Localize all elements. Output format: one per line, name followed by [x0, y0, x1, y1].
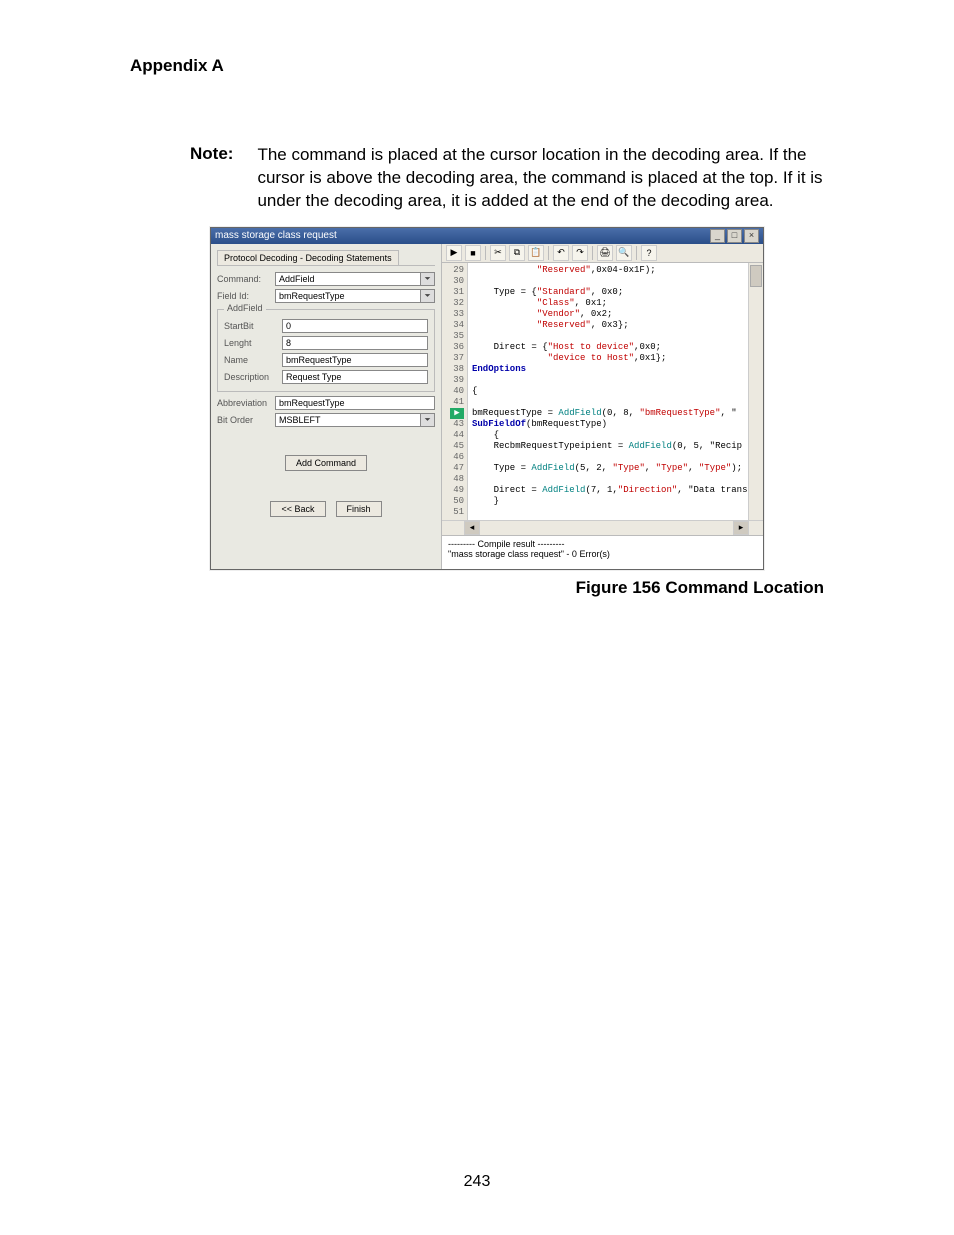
- name-input[interactable]: [282, 353, 428, 367]
- compile-output: --------- Compile result --------- "mass…: [442, 535, 763, 569]
- fieldid-label: Field Id:: [217, 291, 275, 301]
- add-command-button[interactable]: Add Command: [285, 455, 367, 471]
- find-icon[interactable]: 🔍: [616, 245, 632, 261]
- abbrev-label: Abbreviation: [217, 398, 275, 408]
- horizontal-scrollbar[interactable]: ◂ ▸: [442, 520, 763, 535]
- name-label: Name: [224, 355, 282, 365]
- command-select[interactable]: [275, 272, 421, 286]
- titlebar: mass storage class request _ □ ×: [211, 228, 763, 244]
- fieldid-select[interactable]: [275, 289, 421, 303]
- bitorder-select[interactable]: [275, 413, 421, 427]
- stop-icon[interactable]: ■: [465, 245, 481, 261]
- undo-icon[interactable]: ↶: [553, 245, 569, 261]
- scroll-right-icon[interactable]: ▸: [733, 521, 749, 535]
- compile-result: "mass storage class request" - 0 Error(s…: [448, 549, 757, 559]
- paste-icon[interactable]: 📋: [528, 245, 544, 261]
- close-button[interactable]: ×: [744, 229, 759, 243]
- copy-icon[interactable]: ⧉: [509, 245, 525, 261]
- vertical-scrollbar[interactable]: [748, 263, 763, 520]
- group-title: AddField: [224, 303, 266, 313]
- scroll-left-icon[interactable]: ◂: [464, 521, 480, 535]
- length-label: Lenght: [224, 338, 282, 348]
- startbit-label: StartBit: [224, 321, 282, 331]
- page-number: 243: [0, 1173, 954, 1191]
- length-input[interactable]: [282, 336, 428, 350]
- dialog-window: mass storage class request _ □ × Protoco…: [210, 227, 764, 570]
- startbit-input[interactable]: [282, 319, 428, 333]
- editor-toolbar: ▶ ■ ✂ ⧉ 📋 ↶ ↷ 🖨 🔍 ?: [442, 244, 763, 263]
- code-gutter: 29 30 31 32 33 34 35 36 37 38 39 40 41 ▶…: [442, 263, 468, 520]
- abbrev-input[interactable]: [275, 396, 435, 410]
- finish-button[interactable]: Finish: [336, 501, 382, 517]
- window-title: mass storage class request: [215, 230, 337, 241]
- chevron-down-icon[interactable]: [421, 272, 435, 286]
- redo-icon[interactable]: ↷: [572, 245, 588, 261]
- compile-header: --------- Compile result ---------: [448, 539, 757, 549]
- help-icon[interactable]: ?: [641, 245, 657, 261]
- command-label: Command:: [217, 274, 275, 284]
- cut-icon[interactable]: ✂: [490, 245, 506, 261]
- description-input[interactable]: [282, 370, 428, 384]
- description-label: Description: [224, 372, 282, 382]
- maximize-button[interactable]: □: [727, 229, 742, 243]
- figure-caption: Figure 156 Command Location: [130, 578, 824, 598]
- minimize-button[interactable]: _: [710, 229, 725, 243]
- run-icon[interactable]: ▶: [446, 245, 462, 261]
- print-icon[interactable]: 🖨: [597, 245, 613, 261]
- tab-decoding-statements[interactable]: Protocol Decoding - Decoding Statements: [217, 250, 399, 265]
- bitorder-label: Bit Order: [217, 415, 275, 425]
- chevron-down-icon[interactable]: [421, 413, 435, 427]
- back-button[interactable]: << Back: [270, 501, 325, 517]
- chevron-down-icon[interactable]: [421, 289, 435, 303]
- note-label: Note:: [190, 144, 233, 164]
- appendix-heading: Appendix A: [130, 56, 844, 76]
- note-text: The command is placed at the cursor loca…: [257, 144, 844, 213]
- code-editor[interactable]: "Reserved",0x04-0x1F); Type = {"Standard…: [468, 263, 748, 520]
